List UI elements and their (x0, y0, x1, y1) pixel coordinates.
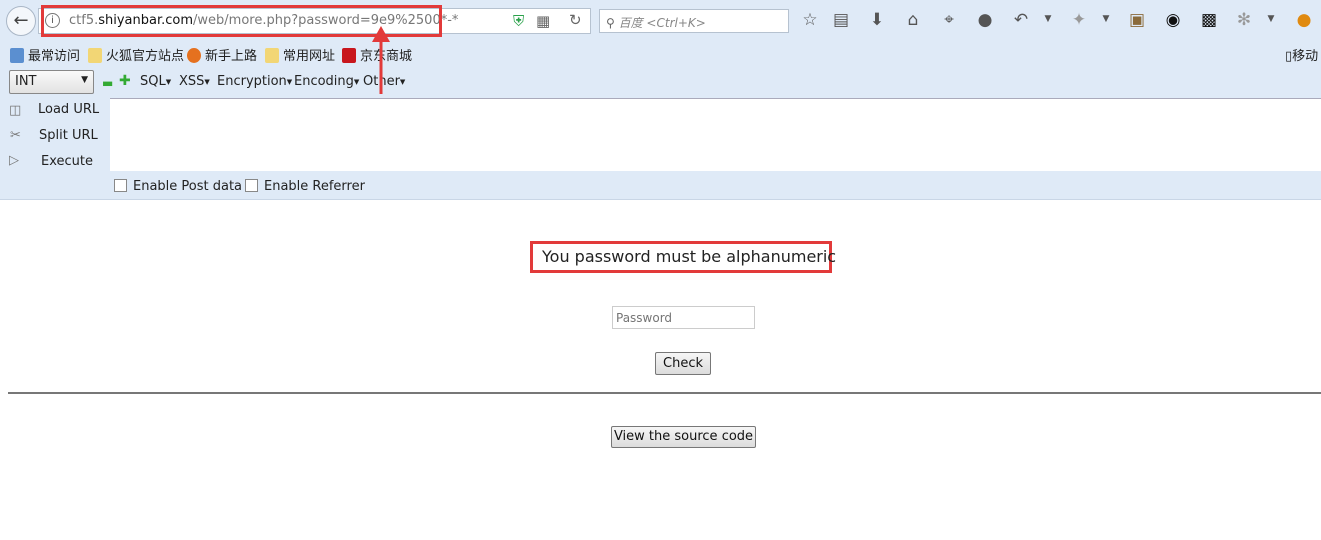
tool-icon[interactable]: ✻ (1233, 10, 1255, 30)
crop-icon[interactable]: ⌖ (938, 10, 960, 30)
divider (8, 392, 1321, 394)
location-icon[interactable]: ◉ (1162, 10, 1184, 30)
password-input[interactable] (612, 306, 755, 329)
scissors-icon: ✂ (10, 128, 21, 143)
play-icon: ▷ (9, 153, 19, 168)
dropdown-icon[interactable]: ▼ (1095, 14, 1117, 24)
checkbox (245, 179, 258, 192)
back-button[interactable]: ← (6, 6, 36, 36)
type-select[interactable]: INT ▼ (9, 70, 94, 94)
annotation-arrow (372, 26, 390, 94)
menu-sql[interactable]: SQL▾ (140, 74, 171, 89)
error-message: You password must be alphanumeric (530, 241, 836, 273)
load-url-icon: ◫ (9, 103, 22, 118)
home-icon[interactable]: ⌂ (902, 10, 924, 30)
menu-encoding[interactable]: Encoding▾ (294, 74, 359, 89)
undo-icon[interactable]: ↶ (1010, 10, 1032, 30)
folder-icon (88, 48, 102, 63)
enable-referrer-checkbox[interactable]: Enable Referrer (245, 179, 365, 194)
firefox-icon (187, 48, 201, 63)
menu-xss[interactable]: XSS▾ (179, 74, 210, 89)
jd-icon (342, 48, 356, 63)
load-url-button[interactable]: Load URL (38, 102, 99, 117)
back-arrow-icon: ← (13, 10, 29, 31)
avatar-icon[interactable]: ● (1293, 10, 1315, 30)
dropdown-icon[interactable]: ▼ (1260, 14, 1282, 24)
url-textarea[interactable] (110, 98, 1321, 171)
menu-encryption[interactable]: Encryption▾ (217, 74, 292, 89)
increase-icon[interactable]: ✚ (119, 73, 131, 89)
search-icon: ⚲ (606, 16, 619, 30)
extension-icon[interactable]: ✦ (1068, 10, 1090, 30)
owl-icon[interactable]: ▩ (1198, 10, 1220, 30)
bookmark-firefox-site[interactable]: 火狐官方站点 (88, 45, 184, 64)
mobile-bookmarks[interactable]: ▯移动 (1285, 45, 1318, 64)
folder-icon (265, 48, 279, 63)
dropdown-icon[interactable]: ▼ (1037, 14, 1059, 24)
enable-post-checkbox[interactable]: Enable Post data (114, 179, 242, 194)
decrease-icon[interactable]: ▬ (102, 76, 113, 90)
bookmark-most-visited[interactable]: 最常访问 (10, 45, 80, 64)
view-source-button[interactable]: View the source code (611, 426, 756, 448)
search-input[interactable]: ⚲ 百度 <Ctrl+K> (599, 9, 789, 33)
star-icon[interactable]: ☆ (799, 10, 821, 30)
photo-icon[interactable]: ▣ (1126, 10, 1148, 30)
shield-icon[interactable]: ⛨ (513, 12, 524, 30)
reading-list-icon[interactable]: ▤ (830, 10, 852, 30)
bookmark-getting-started[interactable]: 新手上路 (187, 45, 257, 64)
chat-icon[interactable]: ● (974, 10, 996, 30)
checkbox (114, 179, 127, 192)
reload-icon[interactable]: ↻ (569, 11, 582, 29)
execute-button[interactable]: Execute (41, 154, 93, 169)
bookmark-common-sites[interactable]: 常用网址 (265, 45, 335, 64)
bookmark-icon (10, 48, 24, 63)
chevron-down-icon: ▼ (81, 75, 88, 85)
download-icon[interactable]: ⬇ (866, 10, 888, 30)
split-url-button[interactable]: Split URL (39, 128, 98, 143)
check-button[interactable]: Check (655, 352, 711, 375)
qr-code-icon[interactable]: ▦ (536, 12, 550, 30)
